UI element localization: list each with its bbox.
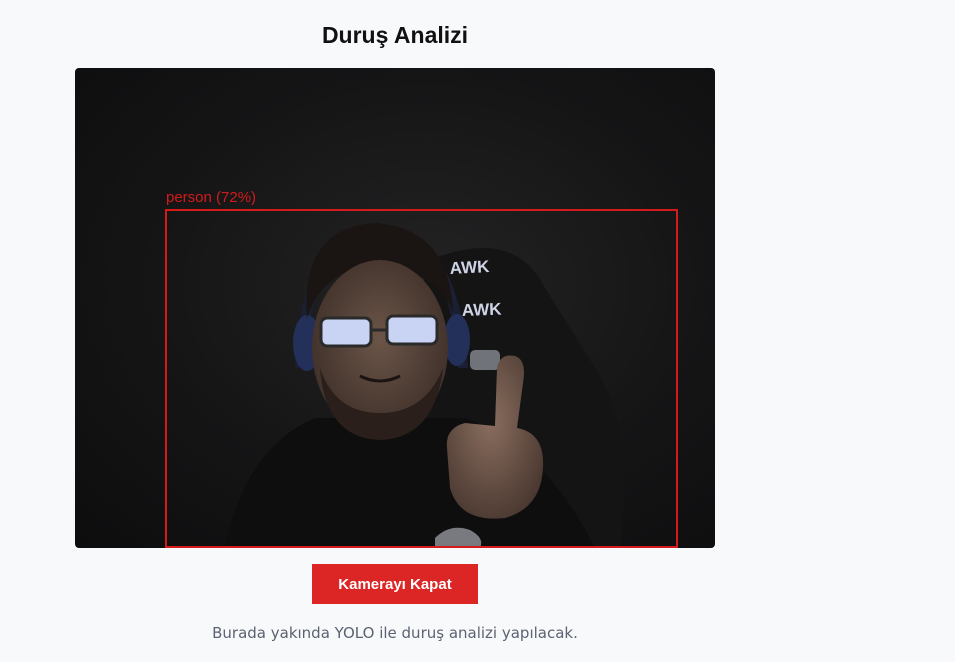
camera-feed: AWK AWK person (72%): [75, 68, 715, 548]
page-title: Duruş Analizi: [321, 22, 469, 48]
close-camera-button[interactable]: Kamerayı Kapat: [312, 564, 478, 604]
info-note: Burada yakında YOLO ile duruş analizi ya…: [212, 624, 578, 642]
detection-bounding-box: [165, 209, 678, 548]
detection-label: person (72%): [166, 189, 257, 206]
posture-analysis-page: Duruş Analizi AWK AWK person (72%) Kamer…: [0, 0, 955, 662]
